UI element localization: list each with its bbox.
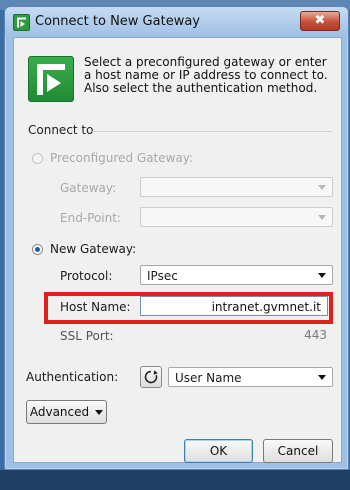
chevron-down-icon (318, 185, 326, 190)
protocol-select[interactable]: IPsec (140, 265, 333, 285)
intro-text: Select a preconfigured gateway or enter … (84, 55, 328, 95)
product-logo-icon (28, 56, 74, 102)
connect-dialog: Connect to New Gateway ✖ Select a precon… (4, 6, 349, 470)
ssl-port-value: 443 (304, 328, 327, 342)
group-divider (92, 131, 332, 132)
ok-button[interactable]: OK (184, 439, 253, 463)
chevron-down-icon (318, 215, 326, 220)
cancel-button[interactable]: Cancel (263, 439, 333, 463)
chevron-down-icon (318, 375, 326, 380)
preconfigured-gateway-radio[interactable] (32, 153, 43, 164)
host-name-value: intranet.gvmnet.it (211, 300, 321, 314)
title-bar[interactable]: Connect to New Gateway ✖ (5, 7, 348, 37)
protocol-value: IPsec (147, 269, 178, 283)
chevron-down-icon (95, 410, 104, 415)
gateway-label: Gateway: (60, 181, 117, 195)
new-gateway-radio[interactable] (32, 244, 43, 255)
ssl-port-label: SSL Port: (60, 329, 114, 343)
ssl-port-field: 443 (140, 325, 333, 345)
gateway-select[interactable] (140, 177, 333, 197)
authentication-select[interactable]: User Name (168, 367, 333, 387)
app-logo-icon (13, 14, 30, 31)
taskbar (0, 470, 350, 490)
preconfigured-gateway-label: Preconfigured Gateway: (50, 151, 194, 165)
host-name-input[interactable]: intranet.gvmnet.it (140, 296, 328, 316)
advanced-label: Advanced (29, 405, 90, 419)
chevron-down-icon (318, 273, 326, 278)
authentication-value: User Name (175, 371, 242, 385)
dialog-body: Select a preconfigured gateway or enter … (13, 37, 342, 463)
endpoint-select[interactable] (140, 207, 333, 227)
refresh-button[interactable] (140, 366, 162, 388)
host-name-label: Host Name: (60, 300, 131, 314)
endpoint-label: End-Point: (60, 211, 121, 225)
new-gateway-label: New Gateway: (50, 242, 137, 256)
connect-to-group-label: Connect to (28, 123, 94, 137)
refresh-icon (144, 370, 158, 384)
radio-selected-dot (35, 247, 40, 252)
window-title: Connect to New Gateway (35, 14, 200, 29)
authentication-label: Authentication: (26, 370, 119, 384)
close-button[interactable]: ✖ (300, 11, 340, 31)
advanced-button[interactable]: Advanced (26, 400, 107, 424)
protocol-label: Protocol: (60, 269, 113, 283)
